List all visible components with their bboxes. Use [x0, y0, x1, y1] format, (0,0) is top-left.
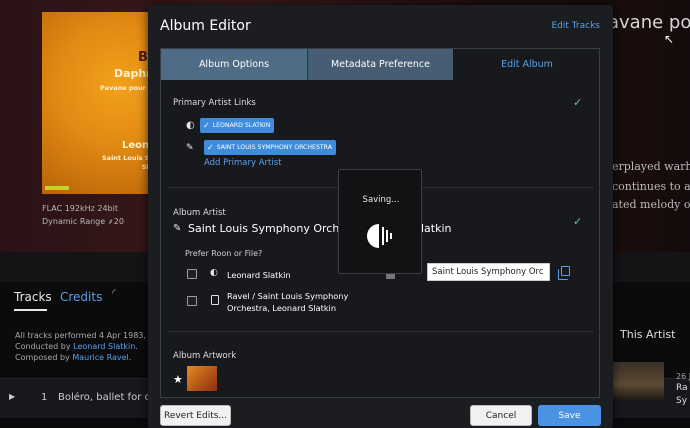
- file-icon: [211, 295, 219, 305]
- description-line: continues to ap: [612, 180, 690, 193]
- album-artwork-label: Album Artwork: [173, 351, 237, 361]
- saving-label: Saving...: [362, 195, 400, 205]
- file-option-text-line1: Ravel / Saint Louis Symphony: [227, 291, 349, 301]
- chip-check-icon: ✓: [207, 143, 214, 152]
- section-divider: [168, 331, 594, 332]
- pencil-icon[interactable]: ✎: [186, 143, 200, 153]
- mouse-cursor-icon: ↖: [664, 32, 675, 46]
- primary-artist-row: ✎ ✓ SAINT LOUIS SYMPHONY ORCHESTRA: [186, 140, 336, 155]
- album-artist-value: Saint Louis Symphony Orches: [188, 222, 352, 235]
- album-artist-value-tail: latkin: [421, 222, 452, 235]
- cover-text: B: [138, 50, 148, 65]
- performed-info: All tracks performed 4 Apr 1983, Po: [15, 331, 158, 340]
- related-album-title[interactable]: Ra: [676, 383, 688, 393]
- conducted-info: Conducted by Leonard Slatkin.: [15, 342, 138, 351]
- album-title-background: avane po: [608, 12, 690, 33]
- related-album-date: 26 J: [676, 372, 690, 381]
- tab-tracks-underline: [14, 309, 47, 311]
- album-artist-label: Album Artist: [173, 208, 226, 218]
- description-line: ated melody ov: [612, 198, 690, 211]
- dynamic-range-text: Dynamic Range: [42, 217, 106, 226]
- revert-edits-button[interactable]: Revert Edits...: [160, 405, 231, 426]
- primary-artist-check-icon: ✓: [573, 96, 583, 109]
- dynamic-range-value: 20: [113, 217, 124, 226]
- conductor-link[interactable]: Leonard Slatkin: [73, 342, 135, 351]
- saving-overlay: Saving...: [338, 169, 422, 274]
- prefer-file-checkbox[interactable]: [187, 296, 197, 306]
- loading-spinner-icon: ◜: [112, 288, 116, 299]
- tab-tracks[interactable]: Tracks: [14, 290, 52, 304]
- tab-album-options[interactable]: Album Options: [161, 49, 307, 80]
- prefer-roon-checkbox[interactable]: [187, 269, 197, 279]
- primary-artist-row: ◐ ✓ LEONARD SLATKIN: [186, 118, 275, 133]
- chip-check-icon: ✓: [203, 121, 210, 130]
- artist-type-icon: ◐: [186, 120, 195, 131]
- album-artist-check-icon: ✓: [573, 215, 583, 228]
- artist-chip-leonard-slatkin[interactable]: ✓ LEONARD SLATKIN: [200, 118, 275, 133]
- composed-prefix: Composed by: [15, 353, 73, 362]
- artist-chip-saint-louis-symphony[interactable]: ✓ SAINT LOUIS SYMPHONY ORCHESTRA: [204, 140, 336, 155]
- editor-tabs: Album Options Metadata Preference Edit A…: [161, 49, 599, 80]
- tab-edit-album[interactable]: Edit Album: [453, 49, 599, 80]
- composed-info: Composed by Maurice Ravel.: [15, 353, 131, 362]
- related-album-thumbnail[interactable]: [612, 362, 664, 400]
- app-root: { "background": { "album_cover": { "line…: [0, 0, 690, 428]
- primary-artist-links-label: Primary Artist Links: [173, 98, 256, 108]
- roon-option-text: Leonard Slatkin: [227, 270, 291, 280]
- prefer-roon-or-file-label: Prefer Roon or File?: [185, 249, 263, 258]
- tab-credits[interactable]: Credits: [60, 290, 102, 304]
- dialog-title: Album Editor: [160, 18, 251, 34]
- track-title[interactable]: Boléro, ballet for orc: [58, 392, 160, 403]
- composer-link[interactable]: Maurice Ravel: [72, 353, 128, 362]
- cancel-button[interactable]: Cancel: [470, 405, 532, 426]
- add-primary-artist-link[interactable]: Add Primary Artist: [204, 158, 281, 168]
- star-icon[interactable]: ★: [173, 373, 183, 386]
- album-artwork-thumbnail[interactable]: [187, 366, 217, 391]
- track-number: 1: [41, 392, 48, 403]
- composed-suffix: .: [128, 353, 132, 362]
- roon-logo-icon: [367, 224, 392, 248]
- description-line: erplayed warh: [612, 160, 690, 173]
- pencil-icon[interactable]: ✎: [173, 223, 181, 234]
- play-icon[interactable]: ▶: [9, 392, 15, 401]
- tab-metadata-preference[interactable]: Metadata Preference: [307, 49, 453, 80]
- dynamic-range-label: Dynamic Range ⸙20: [42, 217, 124, 226]
- save-button[interactable]: Save: [538, 405, 601, 426]
- roon-icon: ◐: [210, 268, 218, 278]
- cover-logo: [45, 186, 69, 190]
- chip-label: SAINT LOUIS SYMPHONY ORCHESTRA: [216, 144, 332, 151]
- album-artist-input[interactable]: Saint Louis Symphony Orc: [427, 263, 550, 281]
- related-album-subtitle: Sy: [676, 396, 688, 406]
- file-option-text-line2: Orchestra, Leonard Slatkin: [227, 303, 337, 313]
- chip-label: LEONARD SLATKIN: [212, 122, 271, 129]
- format-label: FLAC 192kHz 24bit: [42, 204, 118, 213]
- copy-icon[interactable]: [558, 266, 570, 280]
- conducted-prefix: Conducted by: [15, 342, 74, 351]
- edit-tracks-link[interactable]: Edit Tracks: [551, 21, 600, 31]
- more-by-artist-heading: This Artist: [620, 328, 676, 341]
- conducted-suffix: .: [135, 342, 138, 351]
